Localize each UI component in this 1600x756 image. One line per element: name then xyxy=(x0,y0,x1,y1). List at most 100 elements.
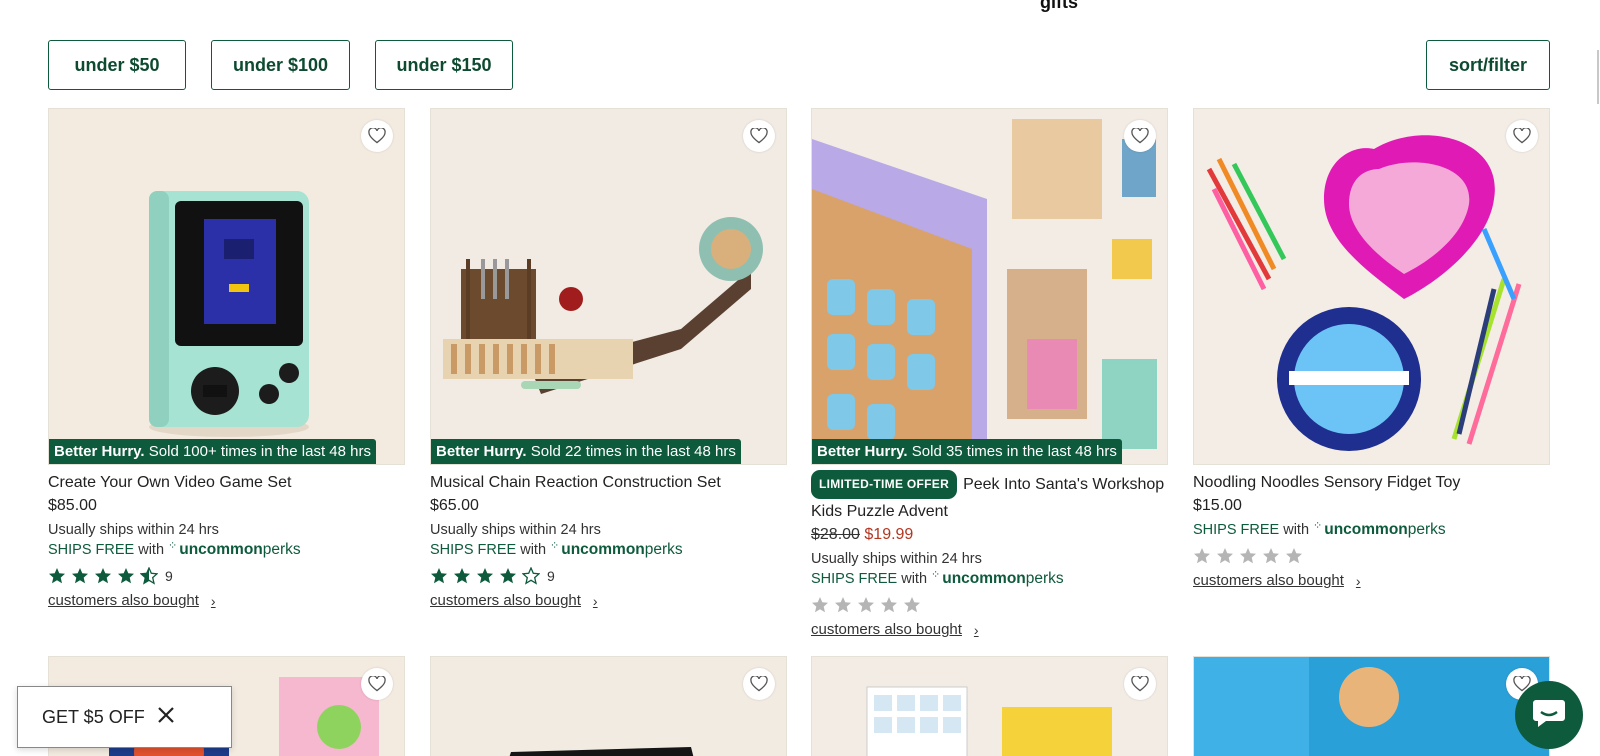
favorite-heart-icon[interactable] xyxy=(361,120,393,152)
ships-time: Usually ships within 24 hrs xyxy=(48,522,219,538)
product-thumbnail-art xyxy=(866,686,1112,756)
ships-free-label: SHIPS FREE xyxy=(1193,522,1280,538)
product-card[interactable]: Better Hurry. Sold 22 times in the last … xyxy=(430,108,787,609)
product-card[interactable] xyxy=(1193,656,1550,756)
better-hurry-banner: Better Hurry. Sold 35 times in the last … xyxy=(812,439,1122,464)
star-icon xyxy=(1240,548,1256,564)
customers-also-bought-link[interactable]: customers also bought › xyxy=(811,621,1168,638)
product-card[interactable]: Better Hurry. Sold 100+ times in the las… xyxy=(48,108,405,609)
fidget-toy-image xyxy=(1194,109,1549,464)
favorite-heart-icon[interactable] xyxy=(361,668,393,700)
chain-reaction-set-image xyxy=(431,109,786,464)
get-5-off-promo[interactable]: GET $5 OFF xyxy=(17,686,232,748)
product-image[interactable]: Better Hurry. Sold 22 times in the last … xyxy=(430,108,787,465)
ships-free-perks[interactable]: SHIPS FREE with ⁘ uncommon perks xyxy=(811,569,1168,589)
chevron-right-icon: › xyxy=(592,592,598,609)
ships-free-perks[interactable]: SHIPS FREE with ⁘ uncommon perks xyxy=(430,540,787,560)
star-rating[interactable]: 9 xyxy=(430,567,787,585)
ships-free-label: SHIPS FREE xyxy=(811,571,898,587)
ships-free-perks[interactable]: SHIPS FREE with ⁘ uncommon perks xyxy=(48,540,405,560)
customers-also-bought-link[interactable]: customers also bought › xyxy=(430,592,787,609)
star-icon xyxy=(1263,548,1279,564)
ships-time: Usually ships within 24 hrs xyxy=(430,522,601,538)
limited-time-offer-badge: LIMITED-TIME OFFER xyxy=(811,470,958,499)
star-icon xyxy=(49,568,65,584)
ships-free-label: SHIPS FREE xyxy=(430,542,517,558)
page-heading: gifts xyxy=(1040,0,1078,12)
product-price: $85.00 xyxy=(48,497,97,514)
star-icon xyxy=(454,568,470,584)
product-image[interactable] xyxy=(1193,656,1550,756)
product-price: $15.00 xyxy=(1193,497,1242,514)
uncommon-perks-logo: ⁘ uncommon perks xyxy=(931,569,1064,587)
with-label: with xyxy=(901,571,928,587)
video-game-console-image xyxy=(49,109,404,464)
chevron-right-icon: › xyxy=(210,592,216,609)
product-card[interactable]: Better Hurry. Sold 35 times in the last … xyxy=(811,108,1168,638)
product-price: $28.00 $19.99 xyxy=(811,524,1168,546)
product-image[interactable]: Better Hurry. Sold 35 times in the last … xyxy=(811,108,1168,465)
chat-button[interactable] xyxy=(1515,681,1583,749)
star-icon xyxy=(1286,548,1302,564)
star-icon xyxy=(835,597,851,613)
filter-under-100-button[interactable]: under $100 xyxy=(211,40,350,90)
sale-price: $19.99 xyxy=(864,526,914,543)
star-icon xyxy=(812,597,828,613)
ships-free-label: SHIPS FREE xyxy=(48,542,135,558)
product-title[interactable]: Noodling Noodles Sensory Fidget Toy xyxy=(1193,470,1550,495)
product-thumbnail-art xyxy=(1194,657,1549,756)
filter-under-150-button[interactable]: under $150 xyxy=(375,40,513,90)
filter-under-50-button[interactable]: under $50 xyxy=(48,40,186,90)
chevron-right-icon: › xyxy=(1355,572,1361,589)
star-icon xyxy=(431,568,447,584)
star-icon xyxy=(500,568,516,584)
ships-free-perks[interactable]: SHIPS FREE with ⁘ uncommon perks xyxy=(1193,520,1550,540)
scrollbar[interactable] xyxy=(1594,0,1600,756)
uncommon-perks-logo: ⁘ uncommon perks xyxy=(1313,520,1446,538)
favorite-heart-icon[interactable] xyxy=(1506,120,1538,152)
product-card[interactable] xyxy=(811,656,1168,756)
product-thumbnail-art xyxy=(509,747,694,756)
advent-puzzle-image xyxy=(812,109,1167,464)
star-icon xyxy=(858,597,874,613)
with-label: with xyxy=(1283,522,1310,538)
star-rating[interactable]: 9 xyxy=(48,567,405,585)
star-icon xyxy=(477,568,493,584)
star-icon xyxy=(881,597,897,613)
review-count: 9 xyxy=(547,568,555,584)
star-icon xyxy=(522,567,540,585)
favorite-heart-icon[interactable] xyxy=(1124,120,1156,152)
product-image[interactable] xyxy=(811,656,1168,756)
customers-also-bought-link[interactable]: customers also bought › xyxy=(1193,572,1550,589)
star-icon xyxy=(1194,548,1210,564)
product-image[interactable]: Better Hurry. Sold 100+ times in the las… xyxy=(48,108,405,465)
product-title[interactable]: Create Your Own Video Game Set xyxy=(48,470,405,495)
star-rating[interactable] xyxy=(811,596,1168,614)
star-icon xyxy=(904,597,920,613)
favorite-heart-icon[interactable] xyxy=(1124,668,1156,700)
star-icon xyxy=(118,568,134,584)
star-icon xyxy=(140,567,158,585)
product-card[interactable]: Noodling Noodles Sensory Fidget Toy $15.… xyxy=(1193,108,1550,589)
product-card[interactable] xyxy=(430,656,787,756)
chat-icon xyxy=(1532,698,1566,733)
product-title[interactable]: LIMITED-TIME OFFER Peek Into Santa's Work… xyxy=(811,470,1168,524)
review-count: 9 xyxy=(165,568,173,584)
favorite-heart-icon[interactable] xyxy=(743,120,775,152)
promo-label[interactable]: GET $5 OFF xyxy=(42,707,145,728)
favorite-heart-icon[interactable] xyxy=(743,668,775,700)
uncommon-perks-logo: ⁘ uncommon perks xyxy=(550,540,683,558)
close-icon[interactable] xyxy=(157,706,175,729)
star-rating[interactable] xyxy=(1193,547,1550,565)
star-icon xyxy=(95,568,111,584)
star-icon xyxy=(72,568,88,584)
with-label: with xyxy=(138,542,165,558)
uncommon-perks-logo: ⁘ uncommon perks xyxy=(168,540,301,558)
original-price: $28.00 xyxy=(811,526,860,543)
product-image[interactable] xyxy=(1193,108,1550,465)
customers-also-bought-link[interactable]: customers also bought › xyxy=(48,592,405,609)
product-title[interactable]: Musical Chain Reaction Construction Set xyxy=(430,470,787,495)
sort-filter-button[interactable]: sort/filter xyxy=(1426,40,1550,90)
product-image[interactable] xyxy=(430,656,787,756)
ships-time: Usually ships within 24 hrs xyxy=(811,551,982,567)
